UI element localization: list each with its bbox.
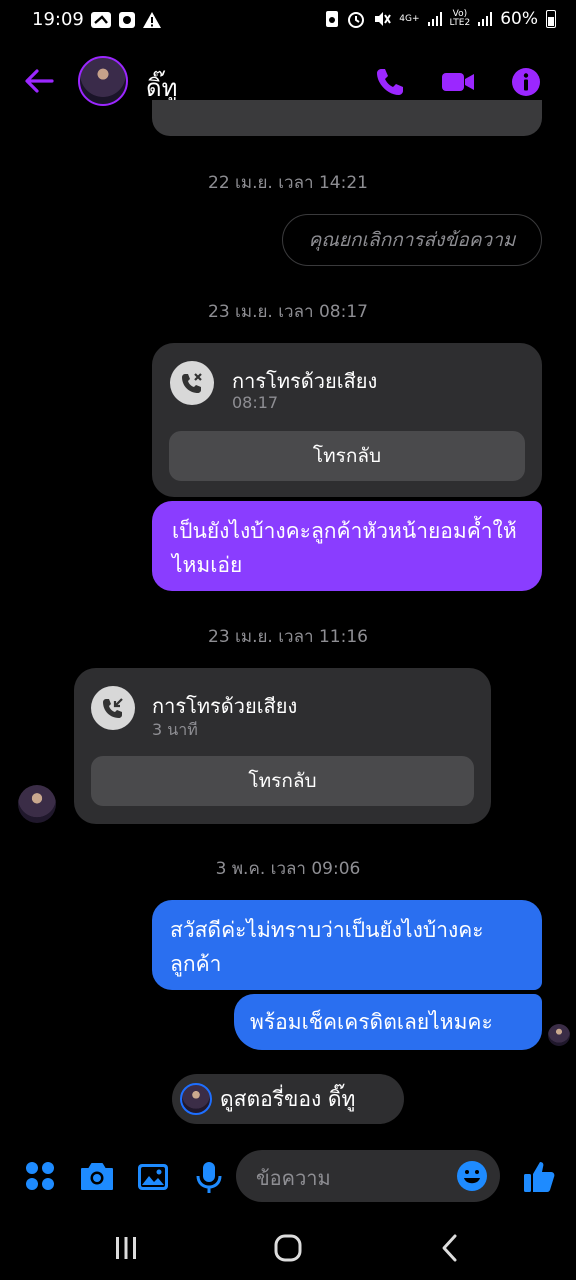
microphone-icon[interactable] [190, 1158, 228, 1196]
timestamp: 3 พ.ค. เวลา 09:06 [215, 859, 361, 879]
story-avatar [180, 1083, 212, 1115]
call-duration: 3 นาที [152, 720, 198, 739]
sent-message-bubble[interactable]: พร้อมเช็คเครดิตเลยไหมคะ [234, 994, 542, 1050]
timestamp: 23 เม.ย. เวลา 08:17 [208, 302, 368, 322]
timestamp: 23 เม.ย. เวลา 11:16 [208, 627, 368, 647]
timestamp: 22 เม.ย. เวลา 14:21 [208, 173, 368, 193]
call-back-button[interactable]: โทรกลับ [169, 431, 525, 481]
call-card-incoming: การโทรด้วยเสียง 3 นาที โทรกลับ [74, 668, 491, 824]
home-icon[interactable] [268, 1228, 308, 1268]
gallery-icon[interactable] [134, 1158, 172, 1196]
view-story-button[interactable]: ดูสตอรี่ของ ดิ๊ทู [172, 1074, 404, 1124]
incoming-call-icon [91, 686, 135, 730]
call-card-missed: การโทรด้วยเสียง 08:17 โทรกลับ [152, 343, 542, 497]
previous-message-bubble [152, 100, 542, 136]
read-receipt-avatar [548, 1024, 570, 1046]
back-arrow-icon[interactable] [22, 64, 56, 98]
unsent-message: คุณยกเลิกการส่งข้อความ [282, 214, 542, 266]
app-notification-icon [119, 12, 135, 28]
alarm-icon [348, 12, 365, 28]
contact-avatar[interactable] [78, 56, 128, 106]
message-placeholder: ข้อความ [256, 1166, 331, 1190]
story-label: ดูสตอรี่ของ ดิ๊ทู [220, 1086, 356, 1111]
more-actions-icon[interactable] [22, 1158, 60, 1196]
cast-icon [91, 12, 111, 28]
recycle-icon [326, 11, 339, 27]
message-input[interactable]: ข้อความ [236, 1150, 500, 1202]
emoji-icon[interactable] [454, 1158, 490, 1194]
thumbs-up-icon[interactable] [520, 1158, 558, 1196]
status-bar: 19:09 4G+ Vo) LTE2 60% [0, 0, 576, 42]
status-right: 4G+ Vo) LTE2 60% [325, 9, 556, 29]
battery-icon [546, 10, 556, 28]
recent-apps-icon[interactable] [106, 1228, 146, 1268]
sent-message-bubble[interactable]: สวัสดีค่ะไม่ทราบว่าเป็นยังไงบ้างคะลูกค้า [152, 900, 542, 990]
info-icon[interactable] [510, 66, 542, 98]
missed-call-icon [170, 361, 214, 405]
sent-message-bubble[interactable]: เป็นยังไงบ้างคะลูกค้าหัวหน้ายอมค้ำให้ไหม… [152, 501, 542, 591]
call-back-button[interactable]: โทรกลับ [91, 756, 474, 806]
network-4g-label: 4G+ [399, 13, 420, 24]
network-lte-label: Vo) LTE2 [450, 10, 471, 28]
warning-icon [143, 12, 161, 28]
signal-icon [427, 12, 442, 26]
status-time: 19:09 [32, 9, 84, 30]
sender-avatar[interactable] [18, 785, 56, 823]
back-nav-icon[interactable] [430, 1228, 470, 1268]
mute-icon [375, 12, 392, 26]
video-call-icon[interactable] [440, 66, 476, 98]
call-time: 08:17 [232, 393, 279, 412]
lte2-label: LTE2 [449, 18, 471, 28]
camera-icon[interactable] [78, 1158, 116, 1196]
phone-call-icon[interactable] [374, 66, 406, 98]
battery-percent: 60% [500, 9, 538, 29]
signal-2-icon [478, 12, 493, 26]
